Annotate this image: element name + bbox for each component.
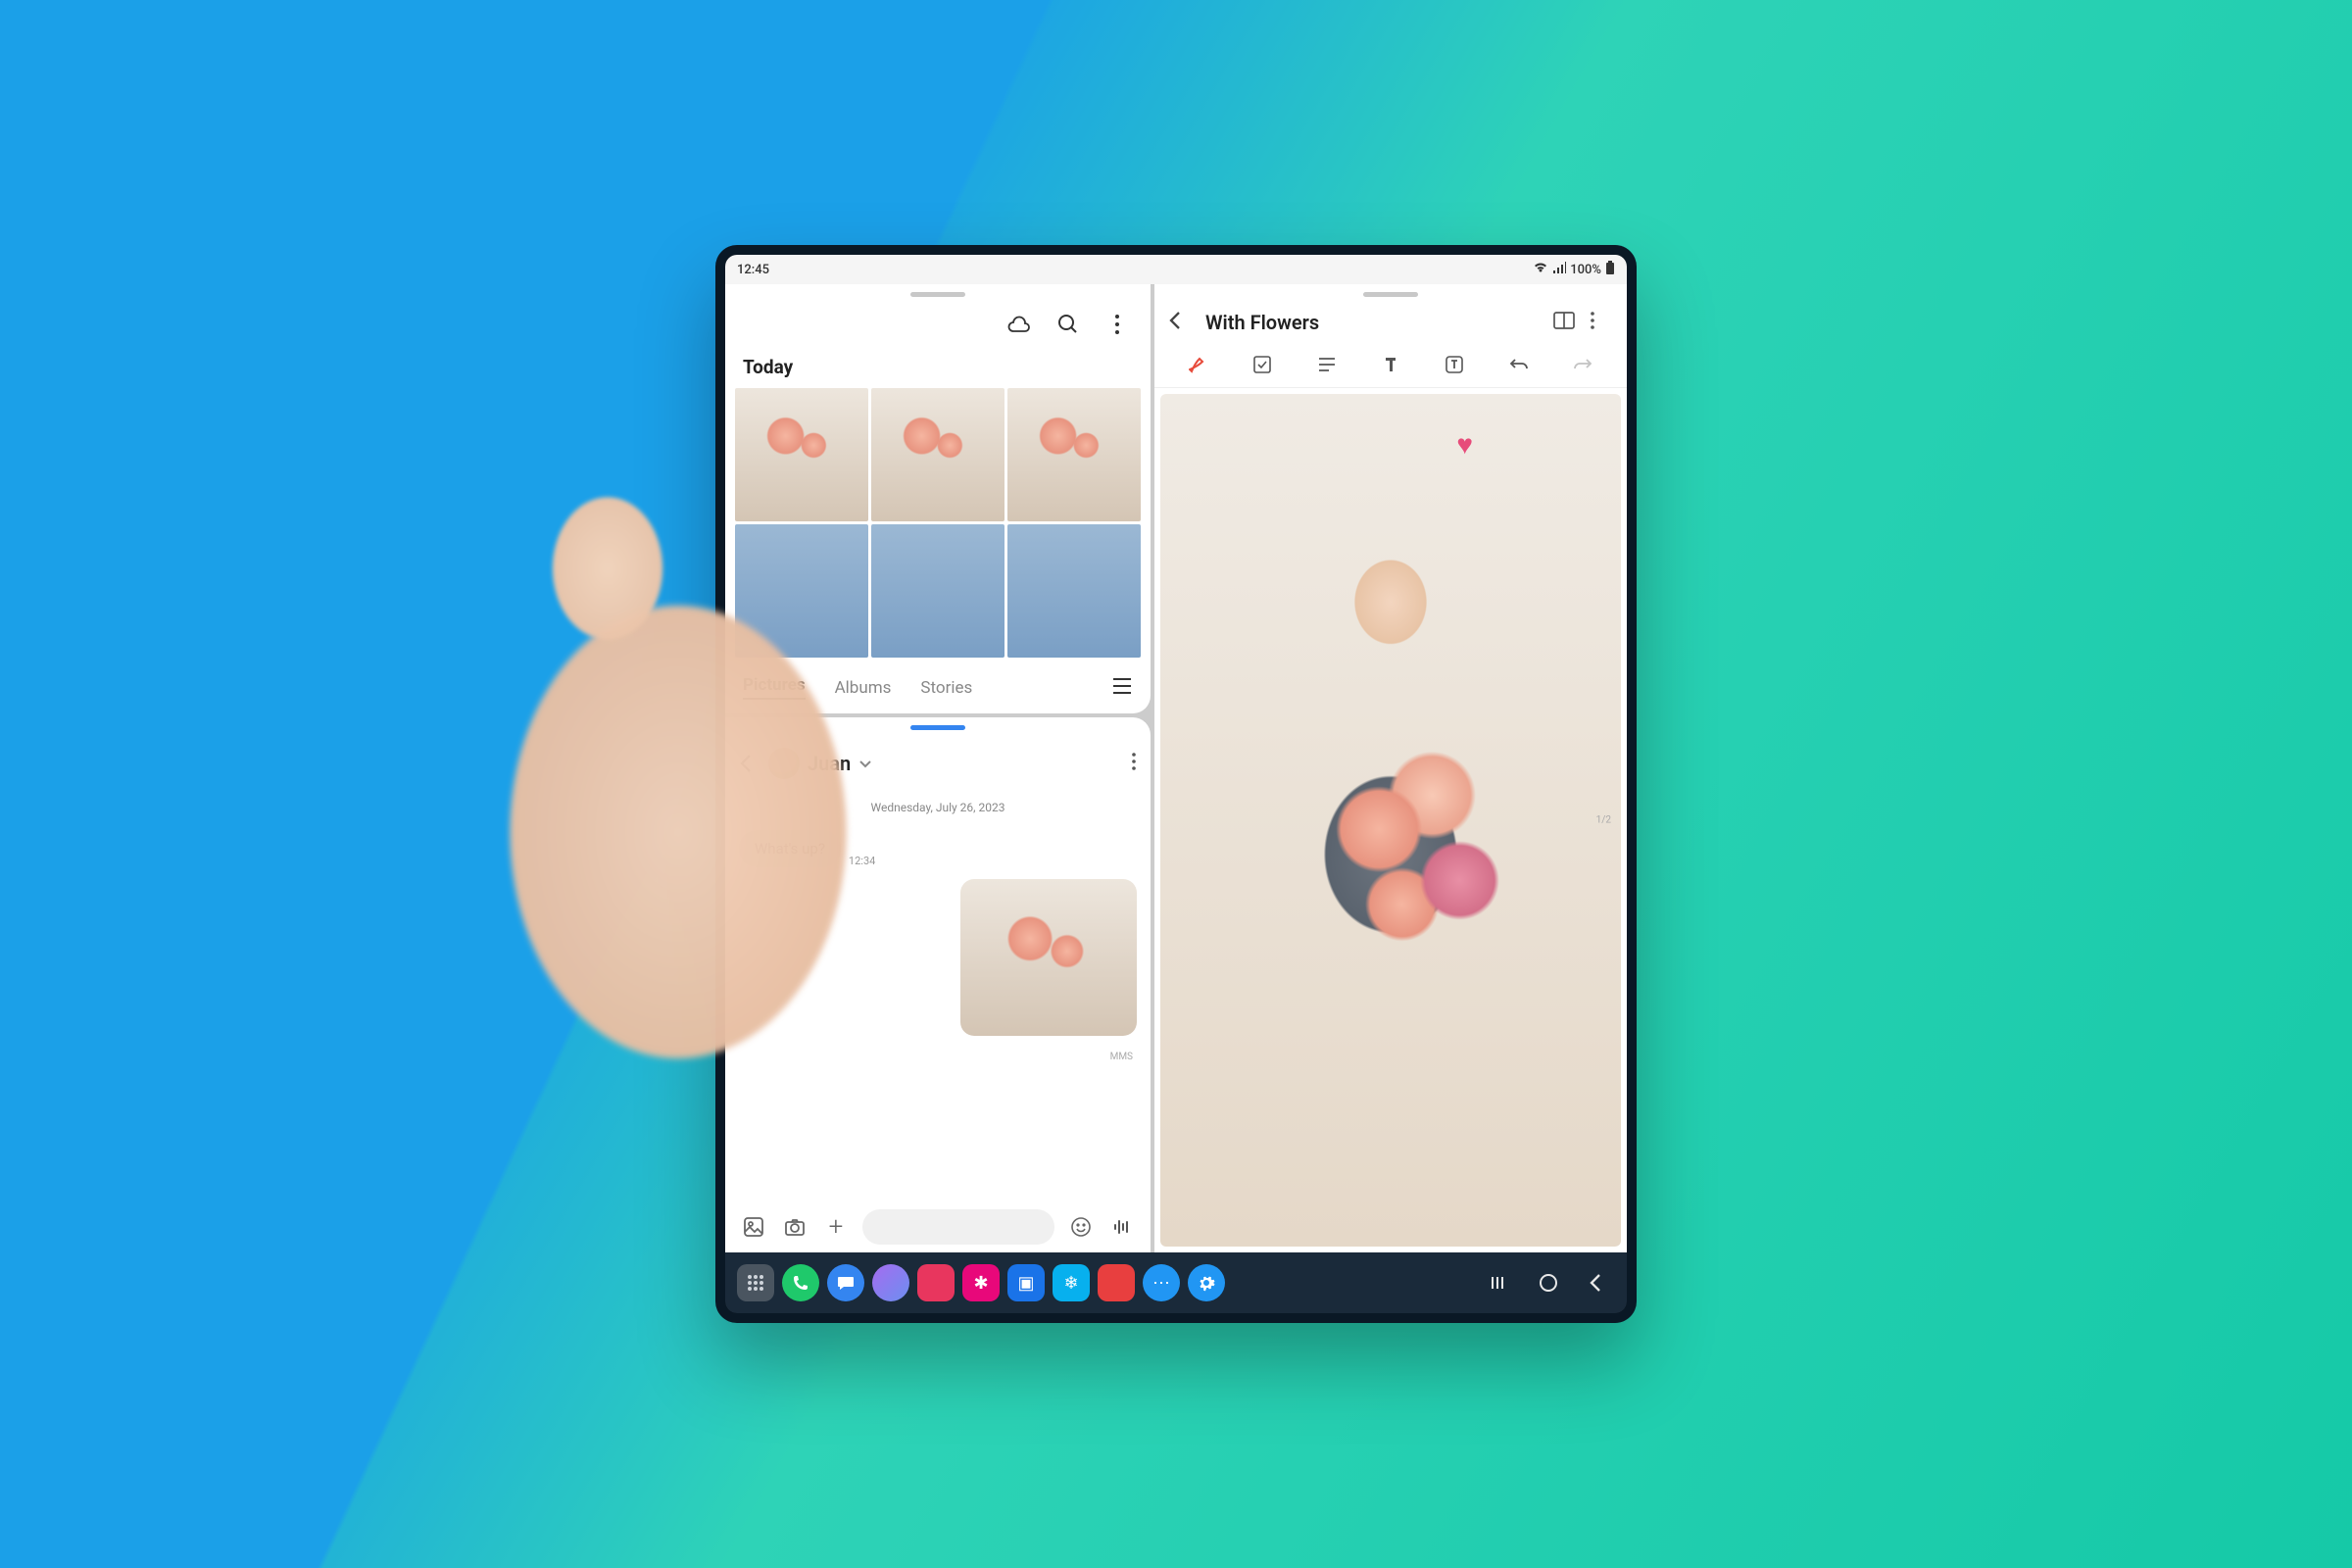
gallery-tabs: Pictures Albums Stories	[725, 658, 1151, 713]
message-bubble[interactable]: What's up?	[739, 830, 841, 867]
dock-app-icon[interactable]: ▣	[1007, 1264, 1045, 1301]
note-canvas[interactable]: ♥ 1/2	[1160, 394, 1621, 1247]
checkbox-tool-icon[interactable]	[1250, 352, 1275, 377]
photo-thumbnail[interactable]	[735, 388, 868, 521]
pen-tool-icon[interactable]	[1186, 352, 1211, 377]
search-icon[interactable]	[1054, 311, 1082, 338]
device-screen: 12:45 100%	[725, 255, 1627, 1313]
mms-label: MMS	[725, 1052, 1151, 1062]
photo-thumbnail[interactable]	[1007, 524, 1141, 658]
image-attachment[interactable]	[960, 879, 1137, 1036]
photo-thumbnail[interactable]	[1007, 388, 1141, 521]
status-time: 12:45	[737, 263, 769, 277]
gallery-app: Today Pictures Albums Stories	[725, 284, 1151, 713]
dock-app-icon[interactable]: ✱	[962, 1264, 1000, 1301]
redo-icon[interactable]	[1570, 352, 1595, 377]
phone-app-icon[interactable]	[782, 1264, 819, 1301]
add-icon[interactable]: +	[821, 1212, 851, 1242]
tab-pictures[interactable]: Pictures	[743, 675, 806, 700]
dock-app-icon[interactable]: ❄	[1053, 1264, 1090, 1301]
split-screen: Today Pictures Albums Stories	[725, 284, 1627, 1252]
compose-bar: +	[725, 1200, 1151, 1252]
text-box-icon[interactable]	[1442, 352, 1467, 377]
left-column: Today Pictures Albums Stories	[725, 284, 1151, 1252]
emoji-icon[interactable]	[1066, 1212, 1096, 1242]
battery-text: 100%	[1570, 263, 1601, 277]
tab-albums[interactable]: Albums	[835, 678, 892, 698]
wifi-icon	[1533, 262, 1548, 277]
outgoing-message	[725, 879, 1151, 1036]
back-icon[interactable]	[1168, 311, 1192, 334]
cloud-icon[interactable]	[1005, 311, 1033, 338]
message-date: Wednesday, July 26, 2023	[725, 787, 1151, 830]
camera-icon[interactable]	[780, 1212, 809, 1242]
contact-avatar[interactable]	[768, 748, 800, 779]
heart-annotation: ♥	[1456, 428, 1492, 464]
contact-name[interactable]: Juan	[808, 752, 851, 775]
battery-icon	[1605, 261, 1615, 278]
message-time: 12:34	[849, 855, 875, 867]
dock-app-icon[interactable]	[917, 1264, 955, 1301]
more-icon[interactable]	[1103, 311, 1131, 338]
notes-toolbar	[1154, 344, 1627, 388]
message-input[interactable]	[862, 1209, 1054, 1245]
window-drag-handle[interactable]	[1363, 292, 1418, 297]
photo-grid	[725, 388, 1151, 658]
dock-app-icon[interactable]	[1098, 1264, 1135, 1301]
reader-mode-icon[interactable]	[1552, 311, 1576, 334]
chevron-down-icon[interactable]	[858, 755, 872, 773]
status-bar: 12:45 100%	[725, 255, 1627, 284]
more-icon[interactable]	[1590, 311, 1613, 334]
messages-app-icon[interactable]	[827, 1264, 864, 1301]
app-drawer-icon[interactable]	[737, 1264, 774, 1301]
window-drag-handle[interactable]	[910, 292, 965, 297]
tab-stories[interactable]: Stories	[920, 678, 972, 698]
signal-icon	[1552, 262, 1566, 277]
undo-icon[interactable]	[1506, 352, 1532, 377]
recents-nav-button[interactable]	[1482, 1263, 1521, 1302]
settings-app-icon[interactable]	[1188, 1264, 1225, 1301]
messages-app: Juan Wednesday, July 26, 2023 What's up?…	[725, 717, 1151, 1252]
status-right: 100%	[1533, 261, 1615, 278]
text-style-icon[interactable]	[1378, 352, 1403, 377]
hamburger-icon[interactable]	[1111, 677, 1133, 699]
home-nav-button[interactable]	[1529, 1263, 1568, 1302]
gallery-action-row	[725, 301, 1151, 348]
more-icon[interactable]	[1131, 752, 1137, 775]
photo-thumbnail[interactable]	[871, 388, 1004, 521]
gallery-attach-icon[interactable]	[739, 1212, 768, 1242]
window-drag-handle[interactable]	[910, 725, 965, 730]
dock-app-icon[interactable]: ⋯	[1143, 1264, 1180, 1301]
photo-thumbnail[interactable]	[735, 524, 868, 658]
taskbar: ✱ ▣ ❄ ⋯	[725, 1252, 1627, 1313]
notes-header: With Flowers	[1154, 301, 1627, 344]
incoming-message: What's up? 12:34	[725, 830, 1151, 867]
back-icon[interactable]	[739, 754, 760, 773]
conversation-header: Juan	[725, 734, 1151, 787]
bixby-app-icon[interactable]	[872, 1264, 909, 1301]
foldable-device: 12:45 100%	[715, 245, 1637, 1323]
voice-icon[interactable]	[1107, 1212, 1137, 1242]
note-title[interactable]: With Flowers	[1205, 311, 1539, 334]
photo-thumbnail[interactable]	[871, 524, 1004, 658]
text-align-icon[interactable]	[1314, 352, 1340, 377]
page-indicator: 1/2	[1596, 815, 1611, 826]
notes-app: With Flowers	[1154, 284, 1627, 1252]
gallery-section-heading: Today	[725, 348, 1151, 388]
back-nav-button[interactable]	[1576, 1263, 1615, 1302]
